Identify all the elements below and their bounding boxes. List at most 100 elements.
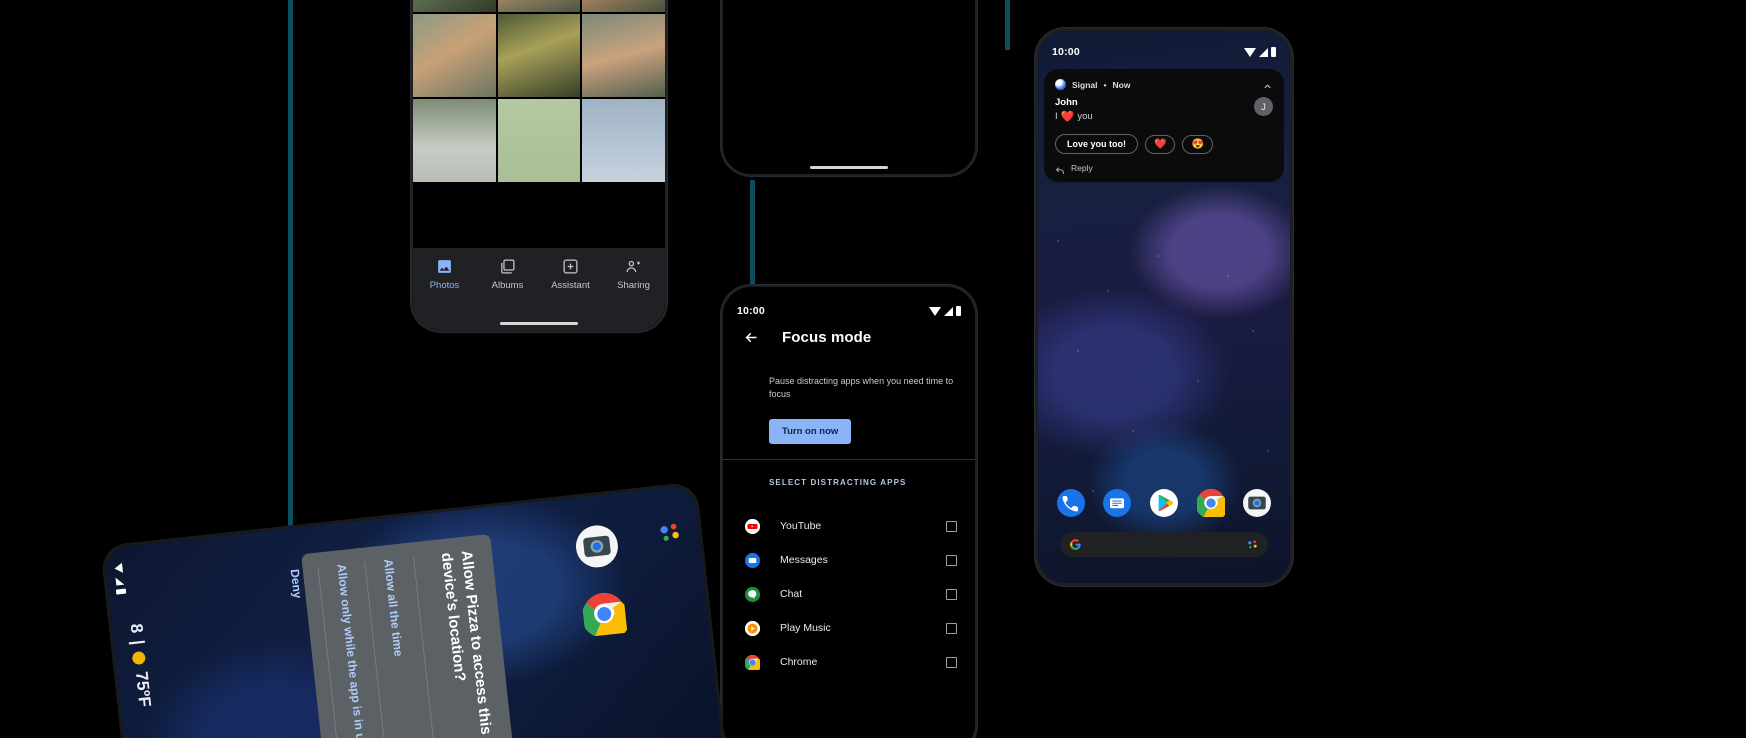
app-list-item[interactable]: Play Music bbox=[723, 611, 975, 645]
video-player-screen: 0:11 bbox=[723, 0, 975, 174]
quick-reply-chips[interactable]: Love you too! ❤️ 😍 bbox=[1055, 134, 1273, 154]
status-icons bbox=[929, 306, 961, 316]
nav-tab-photos[interactable]: Photos bbox=[413, 258, 476, 291]
battery-percent-text: 8 bbox=[126, 622, 147, 635]
app-label: Chrome bbox=[780, 656, 818, 668]
chevron-up-icon[interactable] bbox=[1262, 79, 1273, 90]
app-list-item[interactable]: Messages bbox=[723, 543, 975, 577]
app-list-item[interactable]: Chat bbox=[723, 577, 975, 611]
section-divider bbox=[723, 459, 975, 460]
albums-icon bbox=[499, 258, 516, 275]
photo-icon bbox=[436, 258, 453, 275]
wifi-icon bbox=[113, 562, 124, 574]
permission-dialog-screen: 8 | 75ºF Allow Pizza to access this devi… bbox=[103, 484, 725, 738]
assistant-mic-icon[interactable] bbox=[656, 518, 685, 547]
notification-sender: John bbox=[1055, 97, 1078, 108]
quick-reply-smile-chip[interactable]: 😍 bbox=[1182, 134, 1213, 154]
notification-reply-action[interactable]: Reply bbox=[1055, 163, 1273, 174]
home-dock[interactable] bbox=[1038, 489, 1290, 521]
teal-accent-line-left bbox=[288, 0, 293, 566]
permission-dialog-phone-device: 8 | 75ºF Allow Pizza to access this devi… bbox=[100, 481, 728, 738]
play-store-icon[interactable] bbox=[1149, 489, 1178, 517]
page-title: Focus mode bbox=[782, 329, 872, 346]
home-screen-phone-device: 10:00 Signal • Now John I ❤️ you J Love … bbox=[1035, 28, 1293, 586]
section-header-distracting-apps: SELECT DISTRACTING APPS bbox=[769, 478, 907, 487]
chrome-icon bbox=[744, 654, 762, 672]
notification-time: Now bbox=[1112, 79, 1131, 90]
quick-reply-heart-chip[interactable]: ❤️ bbox=[1145, 134, 1176, 154]
messages-icon bbox=[745, 552, 760, 568]
tilted-dock[interactable] bbox=[574, 523, 630, 641]
nav-label: Sharing bbox=[617, 280, 650, 291]
video-player-phone-device: 0:11 bbox=[721, 0, 977, 176]
signal-app-icon bbox=[1055, 79, 1066, 90]
back-arrow-icon[interactable] bbox=[743, 329, 760, 346]
photo-thumbnail[interactable] bbox=[497, 14, 581, 97]
sharing-icon bbox=[625, 258, 642, 275]
notification-card[interactable]: Signal • Now John I ❤️ you J Love you to… bbox=[1044, 69, 1284, 182]
chrome-icon[interactable] bbox=[1195, 489, 1228, 521]
location-permission-dialog[interactable]: Allow Pizza to access this device's loca… bbox=[288, 533, 518, 738]
quick-reply-text-chip[interactable]: Love you too! bbox=[1055, 134, 1138, 154]
nav-tab-albums[interactable]: Albums bbox=[476, 258, 539, 291]
photo-thumbnail[interactable] bbox=[413, 99, 496, 182]
tilted-search-elements[interactable] bbox=[656, 518, 685, 547]
turn-on-now-button[interactable]: Turn on now bbox=[769, 419, 852, 444]
photo-thumbnail[interactable] bbox=[582, 0, 665, 12]
photo-thumbnail[interactable] bbox=[582, 99, 665, 182]
photo-grid[interactable]: ✦ bbox=[413, 0, 665, 248]
sun-icon bbox=[132, 651, 147, 666]
photo-thumbnail[interactable]: ✦ bbox=[497, 0, 581, 12]
notification-app-name: Signal bbox=[1072, 79, 1098, 90]
screenshot-canvas: ✦ Photos bbox=[0, 0, 1746, 738]
focus-mode-screen: 10:00 Focus mode Pause distracting apps … bbox=[723, 287, 975, 738]
gesture-navigation-bar[interactable] bbox=[810, 166, 888, 169]
chat-icon bbox=[745, 586, 760, 602]
avatar: J bbox=[1254, 97, 1273, 116]
status-bar: 10:00 bbox=[723, 299, 975, 323]
photo-thumbnail[interactable] bbox=[413, 0, 496, 12]
photo-thumbnail[interactable] bbox=[582, 14, 665, 97]
reply-icon bbox=[1055, 163, 1065, 174]
status-icons bbox=[1244, 47, 1276, 57]
nav-tab-assistant[interactable]: Assistant bbox=[539, 258, 602, 291]
message-prefix: I bbox=[1055, 111, 1058, 122]
google-search-bar[interactable] bbox=[1060, 532, 1268, 557]
app-list-item[interactable]: YouTube bbox=[723, 509, 975, 543]
photo-thumbnail[interactable] bbox=[497, 99, 581, 182]
notification-header: Signal • Now bbox=[1055, 79, 1273, 90]
status-time: 10:00 bbox=[737, 305, 765, 317]
photo-thumbnail[interactable] bbox=[413, 14, 496, 97]
photos-bottom-navigation[interactable]: Photos Albums Assistant Sharing bbox=[413, 248, 665, 330]
app-checkbox[interactable] bbox=[946, 520, 957, 532]
messages-icon[interactable] bbox=[1103, 489, 1132, 517]
permission-dialog-title: Allow Pizza to access this device's loca… bbox=[438, 549, 495, 736]
focus-description: Pause distracting apps when you need tim… bbox=[769, 376, 954, 400]
phone-icon[interactable] bbox=[1056, 489, 1085, 517]
camera-icon[interactable] bbox=[1243, 489, 1272, 517]
app-list-item[interactable]: Chrome bbox=[723, 645, 975, 679]
divider bbox=[413, 556, 439, 738]
battery-icon bbox=[956, 306, 961, 316]
camera-icon[interactable] bbox=[574, 523, 620, 569]
nav-tab-sharing[interactable]: Sharing bbox=[602, 258, 665, 291]
wifi-icon bbox=[929, 306, 941, 316]
photos-phone-device: ✦ Photos bbox=[411, 0, 667, 332]
chrome-icon[interactable] bbox=[581, 591, 630, 641]
app-checkbox[interactable] bbox=[946, 588, 957, 600]
wifi-icon bbox=[1244, 47, 1256, 57]
app-label: Messages bbox=[780, 554, 828, 566]
signal-icon bbox=[944, 306, 953, 316]
app-checkbox[interactable] bbox=[946, 554, 957, 566]
gesture-navigation-bar[interactable] bbox=[500, 322, 578, 325]
permission-option-allow-all-time[interactable]: Allow all the time bbox=[382, 558, 420, 738]
signal-icon bbox=[115, 576, 125, 586]
app-checkbox[interactable] bbox=[946, 656, 957, 668]
assistant-mic-icon[interactable] bbox=[1246, 538, 1259, 551]
reply-label: Reply bbox=[1071, 163, 1093, 173]
weather-widget: 8 | 75ºF bbox=[126, 623, 155, 708]
app-checkbox[interactable] bbox=[946, 622, 957, 634]
home-screen: 10:00 Signal • Now John I ❤️ you J Love … bbox=[1038, 31, 1290, 583]
nav-label: Photos bbox=[429, 280, 460, 291]
focus-mode-phone-device: 10:00 Focus mode Pause distracting apps … bbox=[721, 285, 977, 738]
